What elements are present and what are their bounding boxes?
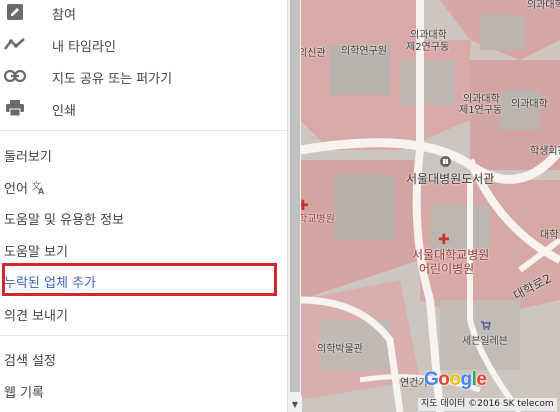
- menu-item-label: 지도 공유 또는 퍼가기: [52, 72, 173, 87]
- scroll-down-arrow[interactable]: ▼: [288, 396, 302, 412]
- menu-item-timeline[interactable]: 내 타임라인: [0, 30, 287, 58]
- google-logo: Google: [424, 369, 487, 391]
- map-label: 제2연구동: [406, 42, 450, 53]
- google-logo-letter: o: [449, 369, 461, 390]
- menu-item-label: 도움말 보기: [4, 245, 68, 260]
- map-label: 의과대학: [410, 30, 447, 41]
- library-icon[interactable]: [440, 156, 451, 167]
- map-label: 학생회관: [530, 146, 560, 157]
- scrollbar-thumb[interactable]: [290, 0, 300, 392]
- svg-text:A: A: [38, 187, 45, 194]
- menu-item-contribute[interactable]: 참여: [0, 0, 287, 24]
- map-label: 의신관: [298, 48, 326, 59]
- menu-item-label: 검색 설정: [4, 354, 56, 369]
- pencil-icon: [4, 1, 26, 23]
- menu-item-help-info[interactable]: 도움말 및 유용한 정보: [0, 205, 287, 229]
- map-label: 학교병원: [298, 214, 335, 225]
- menu-divider: [0, 335, 287, 336]
- link-icon: [4, 65, 26, 87]
- menu-item-search-settings[interactable]: 검색 설정: [0, 346, 287, 370]
- menu-item-label: 인쇄: [52, 104, 76, 119]
- google-logo-letter: g: [460, 369, 473, 390]
- map-label: 세븐일레븐: [462, 336, 508, 347]
- menu-item-feedback[interactable]: 의견 보내기: [0, 301, 287, 325]
- map-label: 의과대학: [527, 0, 560, 11]
- highlight-box: [2, 263, 277, 296]
- menu-scrollbar[interactable]: ▼: [287, 0, 302, 412]
- menu-item-tour[interactable]: 둘러보기: [0, 142, 287, 166]
- map-label: 제1연구동: [459, 105, 503, 116]
- map-label: 서울대학교병원: [412, 248, 490, 262]
- map-label: 대학: [540, 230, 559, 241]
- google-logo-letter: o: [438, 369, 450, 390]
- menu-item-label: 내 타임라인: [52, 40, 116, 55]
- translate-icon: 文A: [32, 179, 46, 198]
- google-logo-letter: G: [424, 369, 439, 390]
- print-icon: [4, 97, 26, 119]
- store-icon[interactable]: [480, 320, 491, 331]
- menu-item-language[interactable]: 언어 文A: [0, 174, 287, 198]
- menu-item-label: 참여: [52, 8, 76, 23]
- map-label: 의학박물관: [317, 344, 363, 355]
- side-menu: 참여 내 타임라인 지도 공유 또는 퍼가기 인쇄 둘러보기 언어 文A 도움말…: [0, 0, 287, 412]
- map-attribution[interactable]: 지도 데이터 ©2016 SK telecom: [418, 398, 557, 411]
- menu-divider: [0, 130, 287, 131]
- menu-item-label: 도움말 및 유용한 정보: [4, 213, 125, 228]
- menu-item-share[interactable]: 지도 공유 또는 퍼가기: [0, 62, 287, 90]
- menu-item-print[interactable]: 인쇄: [0, 94, 287, 122]
- menu-item-label: 언어: [4, 182, 28, 197]
- google-logo-letter: e: [476, 369, 487, 390]
- menu-item-label: 웹 기록: [4, 386, 45, 401]
- menu-item-help[interactable]: 도움말 보기: [0, 237, 287, 261]
- menu-item-label: 의견 보내기: [4, 309, 68, 324]
- map-label: 어린이병원: [419, 262, 475, 276]
- menu-item-label: 둘러보기: [4, 150, 52, 165]
- map-label: 의과대학: [511, 99, 548, 110]
- map-label: 서울대병원도서관: [406, 172, 495, 186]
- timeline-icon: [4, 33, 26, 55]
- hospital-icon[interactable]: ✚: [438, 233, 450, 247]
- menu-item-web-history[interactable]: 웹 기록: [0, 378, 287, 402]
- map-label: 의학연구원: [341, 46, 387, 57]
